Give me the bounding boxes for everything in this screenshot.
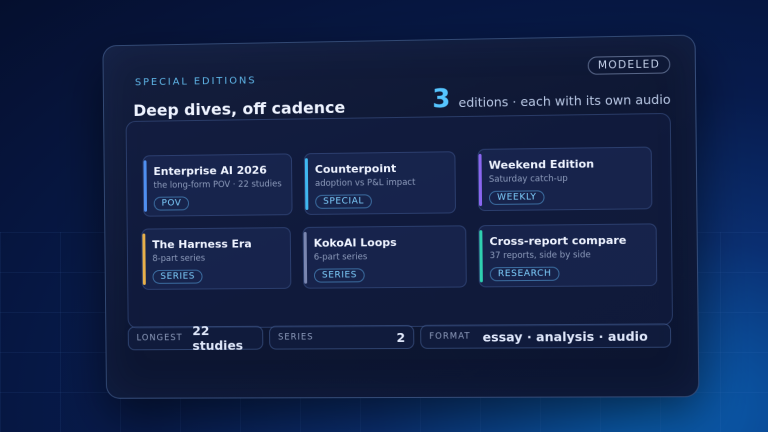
card-title: Cross-report compare (489, 233, 627, 249)
stat-series-label: SERIES (277, 332, 314, 343)
stat-series: SERIES 2 (269, 324, 415, 350)
modeled-badge: MODELED (587, 55, 671, 75)
stat-format-label: FORMAT (429, 331, 471, 342)
card-subtitle: 37 reports, side by side (489, 250, 591, 262)
card-tag: RESEARCH (489, 266, 560, 282)
card-title: The Harness Era (152, 237, 252, 252)
edition-card-enterprise-ai[interactable]: Enterprise AI 2026 the long-form POV · 2… (142, 153, 293, 217)
page-title: Deep dives, off cadence (133, 97, 346, 120)
card-title: Weekend Edition (488, 157, 595, 172)
card-subtitle: adoption vs P&L impact (314, 177, 416, 189)
card-subtitle: Saturday catch-up (488, 173, 568, 185)
edition-count-suffix: editions · each with its own audio (458, 91, 671, 111)
stat-series-value: 2 (396, 329, 406, 345)
card-tag: SERIES (313, 268, 366, 283)
card-tag: SPECIAL (315, 194, 373, 209)
edition-cards-container: Enterprise AI 2026 the long-form POV · 2… (125, 112, 674, 329)
edition-summary: 3 editions · each with its own audio (432, 81, 671, 115)
edition-count: 3 (432, 84, 451, 115)
edition-card-weekend-edition[interactable]: Weekend Edition Saturday catch-up WEEKLY (477, 146, 653, 212)
card-title: KokoAI Loops (313, 236, 397, 250)
card-subtitle: 8-part series (152, 253, 206, 265)
card-tag: WEEKLY (488, 190, 545, 205)
card-tag: SERIES (152, 269, 203, 284)
edition-card-cross-report-compare[interactable]: Cross-report compare 37 reports, side by… (478, 223, 658, 288)
card-tag: POV (153, 196, 190, 211)
edition-card-counterpoint[interactable]: Counterpoint adoption vs P&L impact SPEC… (303, 151, 457, 215)
card-title: Enterprise AI 2026 (153, 163, 267, 179)
stat-longest-value: 22 studies (192, 323, 244, 353)
card-title: Counterpoint (314, 162, 397, 177)
card-subtitle: 6-part series (313, 252, 368, 263)
section-eyebrow: SPECIAL EDITIONS (134, 75, 257, 89)
edition-card-harness-era[interactable]: The Harness Era 8-part series SERIES (141, 227, 292, 290)
edition-card-kokoai-loops[interactable]: KokoAI Loops 6-part series SERIES (302, 225, 467, 289)
card-subtitle: the long-form POV · 22 studies (153, 179, 282, 191)
special-editions-panel: SPECIAL EDITIONS MODELED Deep dives, off… (102, 34, 700, 399)
stat-longest: LONGEST 22 studies (127, 323, 264, 353)
stat-longest-label: LONGEST (136, 333, 183, 344)
stat-format-value: essay · analysis · audio (482, 328, 648, 345)
stat-format: FORMAT essay · analysis · audio (420, 323, 672, 349)
